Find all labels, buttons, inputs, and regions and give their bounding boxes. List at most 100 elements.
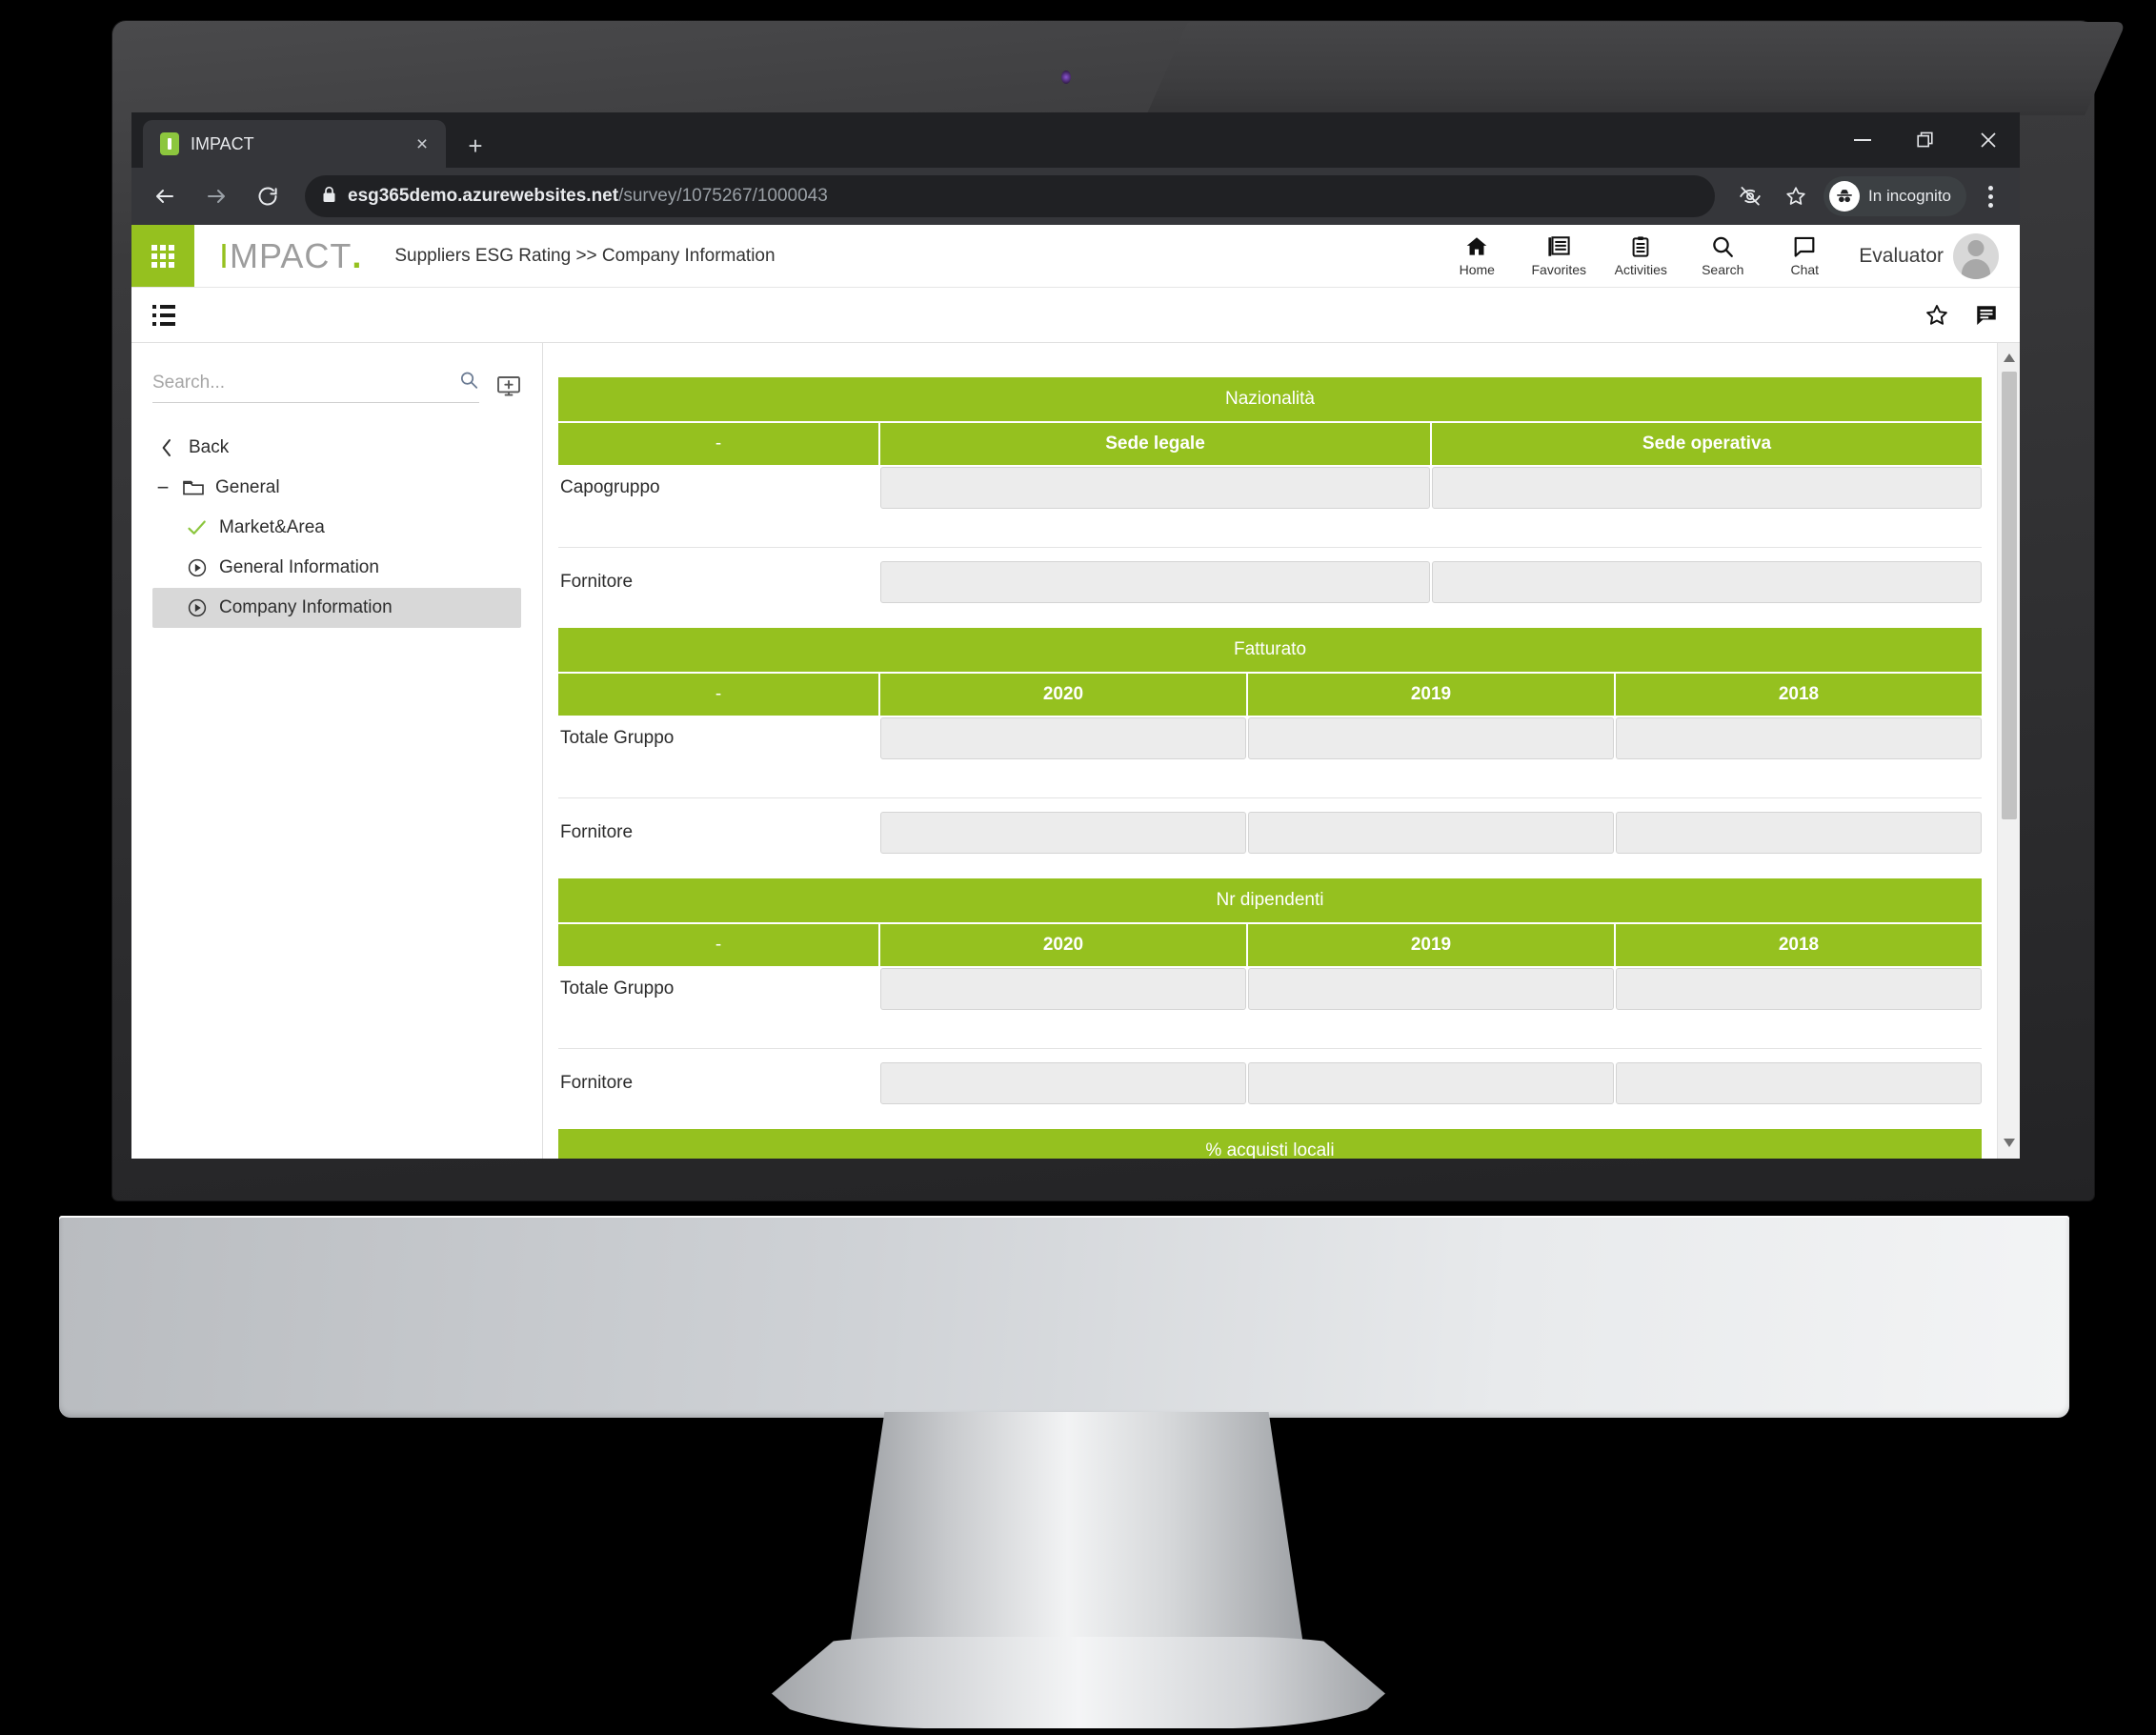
- nav-item-chat[interactable]: Chat: [1763, 234, 1845, 277]
- input-cell[interactable]: [1248, 812, 1614, 854]
- survey-content: Nazionalità - Sede legale Sede operativa…: [543, 343, 2020, 1159]
- app-nav-icons: Home Favorites Activities Search Chat Ev…: [1436, 225, 2020, 287]
- nav-label-home: Home: [1459, 262, 1495, 277]
- eye-slash-icon[interactable]: [1728, 175, 1772, 217]
- reload-icon[interactable]: [244, 175, 292, 217]
- input-cell[interactable]: [880, 717, 1246, 759]
- browser-tab[interactable]: IMPACT ×: [143, 120, 446, 168]
- folder-icon: [181, 479, 206, 496]
- nav-label-activities: Activities: [1614, 262, 1667, 277]
- new-tab-button[interactable]: +: [459, 133, 492, 158]
- nav-item-home[interactable]: Home: [1436, 234, 1518, 277]
- tab-title: IMPACT: [191, 133, 254, 153]
- input-cell[interactable]: [1248, 968, 1614, 1010]
- brand-rest: MPACT: [230, 235, 353, 275]
- table-row: Totale Gruppo: [558, 717, 1982, 759]
- row-spacer: [558, 1010, 1982, 1035]
- table-row: Totale Gruppo: [558, 968, 1982, 1010]
- table-title: Fatturato: [558, 628, 1982, 674]
- restore-button[interactable]: [1894, 112, 1957, 168]
- input-cell[interactable]: [1432, 561, 1982, 603]
- incognito-icon: [1829, 181, 1861, 212]
- sidebar-item-market-area[interactable]: Market&Area: [152, 508, 521, 548]
- row-label: Fornitore: [560, 822, 634, 842]
- input-cell[interactable]: [1248, 1062, 1614, 1104]
- input-cell[interactable]: [880, 467, 1430, 509]
- input-cell[interactable]: [880, 1062, 1246, 1104]
- nav-label-chat: Chat: [1790, 262, 1820, 277]
- comment-icon: [1977, 305, 1996, 325]
- table-acquisti-locali: % acquisti locali: [558, 1129, 1982, 1159]
- scroll-down-icon[interactable]: [2003, 1132, 2015, 1153]
- scrollbar-thumb[interactable]: [2001, 372, 2017, 819]
- monitor-chin: [59, 1216, 2069, 1418]
- play-circle-icon: [185, 597, 210, 618]
- column-header: Sede legale: [880, 423, 1430, 465]
- nav-item-favorites[interactable]: Favorites: [1518, 234, 1600, 277]
- bookmark-star-icon[interactable]: [1774, 175, 1818, 217]
- row-label: Capogruppo: [560, 477, 660, 497]
- input-cell[interactable]: [1432, 467, 1982, 509]
- avatar: [1953, 232, 1999, 279]
- survey-tables: Nazionalità - Sede legale Sede operativa…: [543, 377, 2020, 1159]
- app-body: Back − General: [131, 343, 2020, 1159]
- input-cell[interactable]: [1616, 968, 1982, 1010]
- content-scrollbar[interactable]: [1997, 343, 2020, 1159]
- table-row: Fornitore: [558, 547, 1982, 603]
- brand-logo: IMPACT.: [194, 225, 377, 287]
- play-circle-icon: [185, 557, 210, 578]
- incognito-indicator[interactable]: In incognito: [1824, 176, 1966, 216]
- address-bar[interactable]: esg365demo.azurewebsites.net/survey/1075…: [305, 175, 1716, 217]
- sidebar-item-label: General Information: [219, 557, 379, 577]
- back-icon[interactable]: [141, 175, 189, 217]
- column-header: -: [558, 423, 878, 465]
- row-label: Fornitore: [560, 572, 634, 592]
- input-cell[interactable]: [1616, 717, 1982, 759]
- star-outline-icon[interactable]: [1924, 303, 1949, 328]
- search-input[interactable]: [152, 372, 451, 393]
- user-menu[interactable]: Evaluator: [1845, 232, 2014, 279]
- close-window-button[interactable]: [1957, 112, 2020, 168]
- sidebar-tree: Back − General Market&Area General Infor…: [152, 424, 521, 628]
- forward-icon[interactable]: [192, 175, 240, 217]
- minimize-button[interactable]: [1831, 112, 1894, 168]
- row-label: Fornitore: [560, 1073, 634, 1093]
- column-header: Sede operativa: [1432, 423, 1982, 465]
- home-icon: [1466, 237, 1487, 255]
- close-tab-icon[interactable]: ×: [410, 134, 434, 154]
- sidebar-item-general[interactable]: − General: [152, 468, 521, 508]
- search-field[interactable]: [152, 370, 479, 403]
- collapse-toggle-icon[interactable]: −: [154, 477, 171, 498]
- search-icon: [1713, 236, 1734, 257]
- row-spacer: [558, 509, 1982, 534]
- input-cell[interactable]: [1248, 717, 1614, 759]
- input-cell[interactable]: [880, 968, 1246, 1010]
- sidebar-item-company-information[interactable]: Company Information: [152, 588, 521, 628]
- list-view-icon[interactable]: [152, 304, 175, 326]
- input-cell[interactable]: [880, 812, 1246, 854]
- sidebar-item-label: Market&Area: [219, 517, 325, 537]
- add-screen-icon[interactable]: [496, 375, 521, 398]
- app-grid-menu-icon[interactable]: [131, 225, 194, 287]
- kebab-menu-icon[interactable]: [1970, 175, 2010, 217]
- nav-item-search[interactable]: Search: [1682, 234, 1763, 277]
- check-icon: [185, 519, 210, 536]
- column-header: 2018: [1616, 674, 1982, 716]
- column-header: -: [558, 924, 878, 966]
- nav-item-activities[interactable]: Activities: [1600, 234, 1682, 277]
- sidebar-back[interactable]: Back: [152, 428, 521, 468]
- search-icon[interactable]: [458, 370, 479, 395]
- input-cell[interactable]: [1616, 1062, 1982, 1104]
- monitor-bezel-top: [1146, 22, 2126, 115]
- browser-tabstrip: IMPACT × +: [131, 112, 2020, 168]
- favorites-icon: [1548, 236, 1570, 256]
- input-cell[interactable]: [880, 561, 1430, 603]
- sidebar-search-row: [152, 370, 521, 403]
- address-path: /survey/1075267/1000043: [618, 186, 828, 206]
- nav-label-search: Search: [1702, 262, 1744, 277]
- input-cell[interactable]: [1616, 812, 1982, 854]
- user-name: Evaluator: [1859, 244, 1944, 267]
- comment-icon[interactable]: [1974, 303, 1999, 328]
- sidebar-item-general-information[interactable]: General Information: [152, 548, 521, 588]
- scroll-up-icon[interactable]: [2003, 347, 2015, 368]
